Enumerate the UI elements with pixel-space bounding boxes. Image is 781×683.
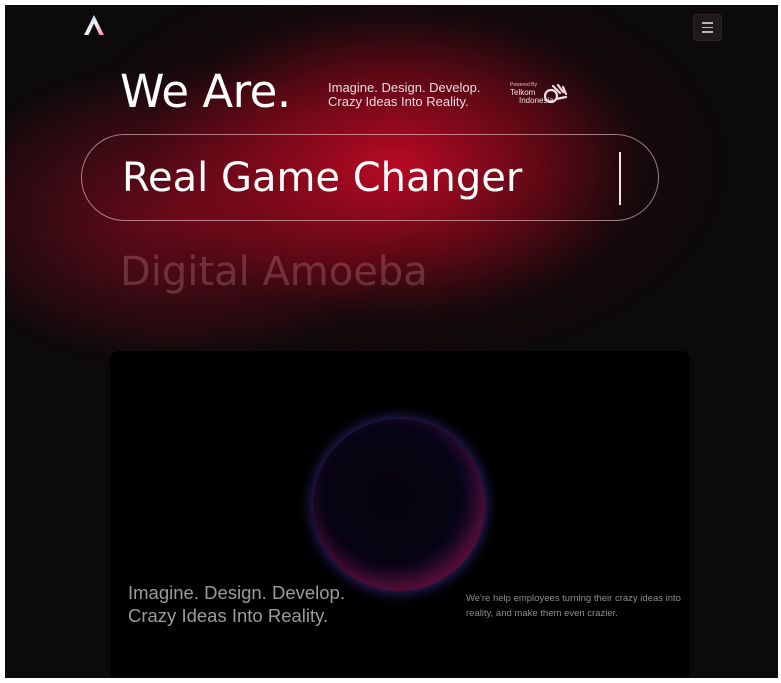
powered-by-badge: Powered By Telkom Indonesia: [510, 82, 568, 105]
hamburger-menu-icon: [702, 21, 713, 35]
page: We Are. Imagine. Design. Develop. Crazy …: [5, 5, 778, 678]
hero-tagline-line2: Crazy Ideas Into Reality.: [328, 94, 469, 109]
telkom-logo-icon: [543, 84, 568, 104]
hero-tagline-line1: Imagine. Design. Develop.: [328, 80, 481, 95]
next-rotating-text: Digital Amoeba: [120, 249, 428, 295]
typewriter-caret: [619, 152, 621, 205]
typewriter-text: Real Game Changer: [122, 155, 523, 201]
showcase-card: Imagine. Design. Develop. Crazy Ideas In…: [110, 351, 690, 678]
orb-graphic: [313, 419, 485, 591]
card-heading-line1: Imagine. Design. Develop.: [128, 582, 345, 603]
card-heading-line2: Crazy Ideas Into Reality.: [128, 605, 329, 626]
menu-button[interactable]: [693, 14, 722, 41]
card-description: We're help employees turning their crazy…: [466, 593, 681, 619]
hero-headline: We Are.: [120, 65, 291, 118]
hero-tagline: Imagine. Design. Develop. Crazy Ideas In…: [328, 81, 480, 109]
card-heading: Imagine. Design. Develop. Crazy Ideas In…: [128, 581, 345, 627]
a-logo-icon[interactable]: [83, 14, 105, 36]
